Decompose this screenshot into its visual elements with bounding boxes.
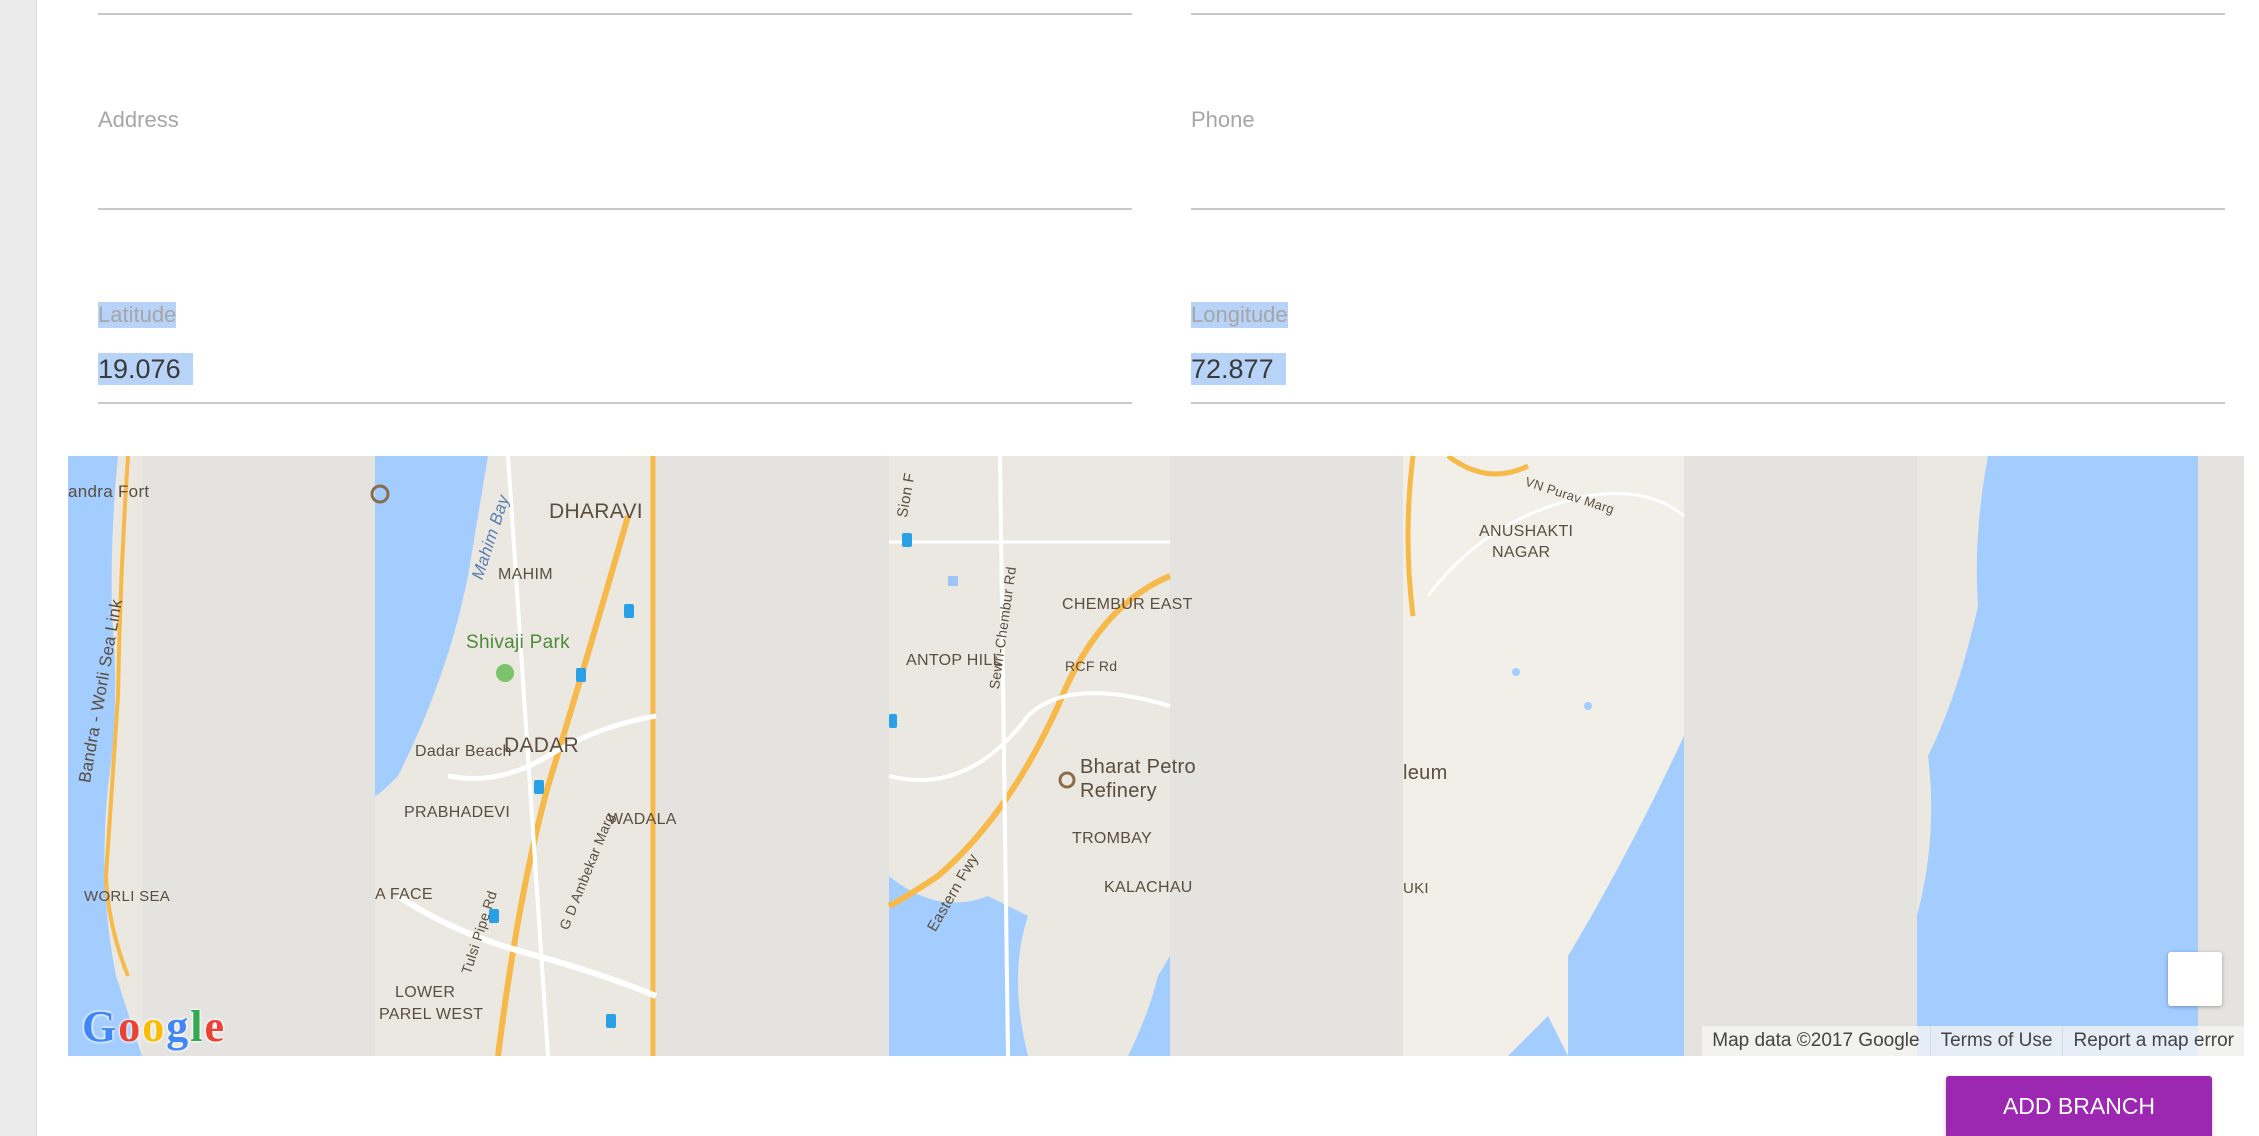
google-logo[interactable]: Google xyxy=(82,1001,226,1052)
longitude-field[interactable]: Longitude 72.877 xyxy=(1191,300,2225,406)
map-label-shivaji-park: Shivaji Park xyxy=(466,632,570,653)
top-right-field-line[interactable] xyxy=(1191,0,2225,16)
latitude-input[interactable]: 19.076 xyxy=(98,353,193,385)
map-label-bharat-petro: Bharat Petro xyxy=(1080,756,1196,778)
address-field[interactable]: Address xyxy=(98,105,1132,211)
report-map-error-link[interactable]: Report a map error xyxy=(2062,1026,2244,1056)
map-label-mahim: MAHIM xyxy=(498,566,553,583)
map-label-chembur-east: CHEMBUR EAST xyxy=(1062,596,1193,613)
map-label-trombay: TROMBAY xyxy=(1072,830,1153,847)
map-label-antop-hill: ANTOP HILL xyxy=(906,652,1002,669)
map-label-rcf-rd: RCF Rd xyxy=(1065,658,1118,674)
map-label-wadala: WADALA xyxy=(608,811,677,828)
add-branch-button[interactable]: ADD BRANCH xyxy=(1946,1076,2212,1136)
map-label-leum: leum xyxy=(1403,762,1448,784)
map-data-text: Map data ©2017 Google xyxy=(1712,1030,1920,1051)
map-label-refinery: Refinery xyxy=(1080,780,1157,802)
map-label-lower: LOWER xyxy=(395,984,456,1001)
map[interactable]: andra Fort Bandra - Worli Sea Link WORLI… xyxy=(68,456,2244,1056)
map-label-worli-sea: WORLI SEA xyxy=(84,888,171,905)
top-left-field-line[interactable] xyxy=(98,0,1132,16)
map-label-kalachauki: KALACHAU xyxy=(1104,879,1193,896)
map-label-dadar-beach: Dadar Beach xyxy=(415,743,512,760)
terms-of-use-link[interactable]: Terms of Use xyxy=(1929,1026,2063,1056)
map-label-uki: UKI xyxy=(1403,880,1429,897)
map-label-parel-west-text: PAREL WEST xyxy=(379,1006,484,1023)
latitude-label: Latitude xyxy=(98,302,177,328)
latitude-field[interactable]: Latitude 19.076 xyxy=(98,300,1132,406)
left-gutter xyxy=(0,0,37,1136)
longitude-input[interactable]: 72.877 xyxy=(1191,353,1286,385)
longitude-label: Longitude xyxy=(1191,302,1288,328)
map-label-anushakti: ANUSHAKTI xyxy=(1479,523,1574,540)
phone-field[interactable]: Phone xyxy=(1191,105,2225,211)
map-attribution: Map data ©2017 Google Terms of Use Repor… xyxy=(1702,1026,2244,1056)
map-fullscreen-button[interactable] xyxy=(2168,952,2222,1006)
map-label-prabhadevi: PRABHADEVI xyxy=(404,804,511,821)
address-label: Address xyxy=(98,107,179,132)
map-label-bandra-fort: andra Fort xyxy=(68,482,150,501)
map-label-dadar: DADAR xyxy=(504,734,580,757)
phone-label: Phone xyxy=(1191,107,1255,132)
map-label-a-face: A FACE xyxy=(375,886,433,903)
map-label-dharavi: DHARAVI xyxy=(549,500,643,523)
map-label-nagar: NAGAR xyxy=(1492,544,1551,561)
